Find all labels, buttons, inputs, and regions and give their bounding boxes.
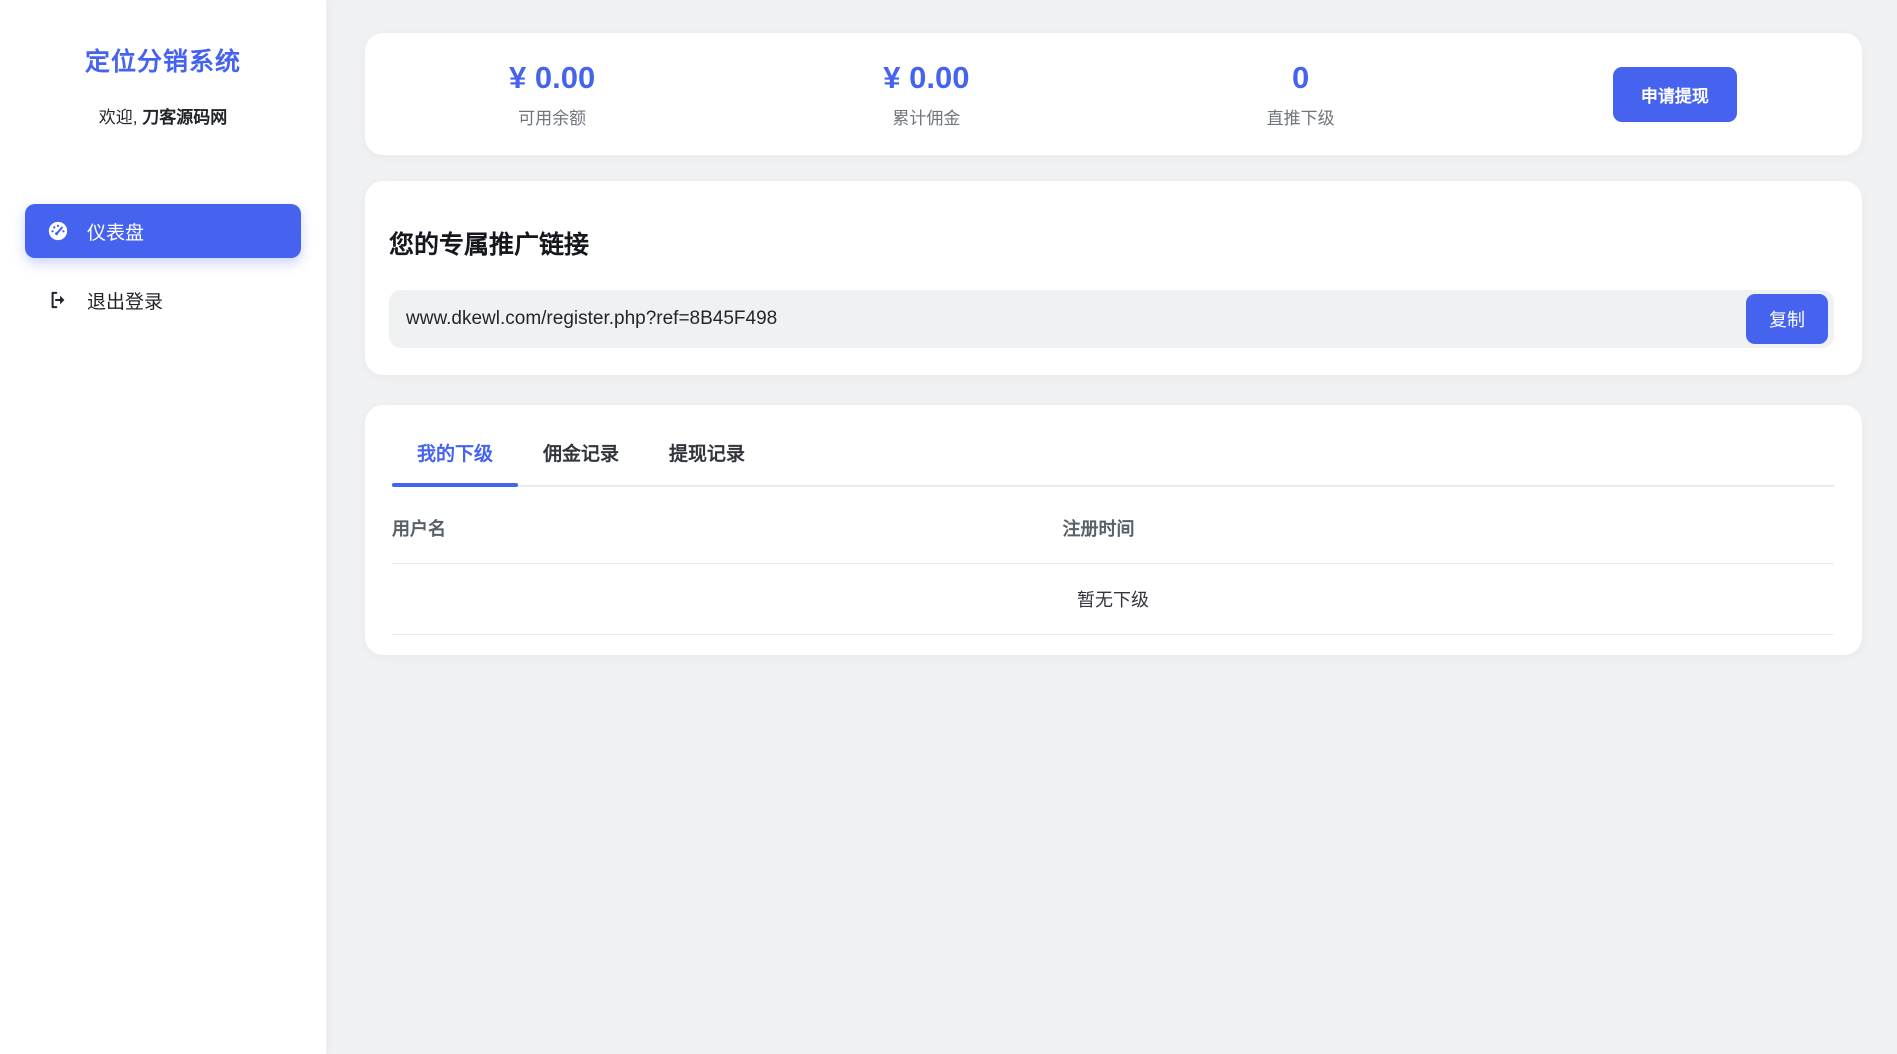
tab-bar: 我的下级 佣金记录 提现记录	[392, 439, 1834, 487]
tab-my-subordinates[interactable]: 我的下级	[392, 439, 518, 485]
stat-label: 可用余额	[365, 104, 739, 129]
sidebar-item-dashboard[interactable]: 仪表盘	[25, 204, 301, 258]
tab-commission-records[interactable]: 佣金记录	[518, 439, 644, 485]
sidebar-item-logout[interactable]: 退出登录	[25, 273, 301, 327]
subordinates-table: 用户名 注册时间 暂无下级	[392, 487, 1834, 635]
gauge-icon	[47, 220, 69, 242]
stat-value: ¥ 0.00	[365, 60, 739, 96]
table-empty-row: 暂无下级	[392, 564, 1834, 635]
welcome-text: 欢迎, 刀客源码网	[0, 103, 326, 128]
sidebar-item-label: 退出登录	[87, 287, 163, 314]
stat-value: ¥ 0.00	[739, 60, 1113, 96]
referral-link-field[interactable]: www.dkewl.com/register.php?ref=8B45F498 …	[389, 290, 1834, 348]
stat-value: 0	[1114, 60, 1488, 96]
table-header-row: 用户名 注册时间	[392, 487, 1834, 564]
column-header-username: 用户名	[392, 487, 1063, 564]
welcome-username: 刀客源码网	[142, 108, 227, 127]
welcome-prefix: 欢迎,	[99, 108, 138, 127]
referral-link-text[interactable]: www.dkewl.com/register.php?ref=8B45F498	[406, 308, 1746, 330]
withdraw-button-column: 申请提现	[1488, 67, 1862, 122]
app-title: 定位分销系统	[0, 42, 326, 78]
copy-button[interactable]: 复制	[1746, 294, 1828, 344]
empty-state-text: 暂无下级	[392, 564, 1834, 635]
promo-link-card: 您的专属推广链接 www.dkewl.com/register.php?ref=…	[365, 181, 1862, 375]
stat-label: 累计佣金	[739, 104, 1113, 129]
stat-label: 直推下级	[1114, 104, 1488, 129]
stat-direct-subordinates: 0 直推下级	[1114, 60, 1488, 129]
stats-card: ¥ 0.00 可用余额 ¥ 0.00 累计佣金 0 直推下级 申请提现	[365, 33, 1862, 155]
promo-title: 您的专属推广链接	[389, 225, 1834, 261]
tab-withdrawal-records[interactable]: 提现记录	[644, 439, 770, 485]
logout-icon	[47, 289, 69, 311]
withdraw-button[interactable]: 申请提现	[1613, 67, 1737, 122]
stat-total-commission: ¥ 0.00 累计佣金	[739, 60, 1113, 129]
main-content: ¥ 0.00 可用余额 ¥ 0.00 累计佣金 0 直推下级 申请提现 您的专属…	[327, 0, 1897, 1054]
sidebar-menu: 仪表盘 退出登录	[0, 204, 326, 327]
subordinates-card: 我的下级 佣金记录 提现记录 用户名 注册时间 暂无下级	[365, 405, 1862, 655]
sidebar-item-label: 仪表盘	[87, 218, 144, 245]
column-header-register-time: 注册时间	[1063, 487, 1834, 564]
sidebar: 定位分销系统 欢迎, 刀客源码网 仪表盘	[0, 0, 327, 1054]
stat-available-balance: ¥ 0.00 可用余额	[365, 60, 739, 129]
